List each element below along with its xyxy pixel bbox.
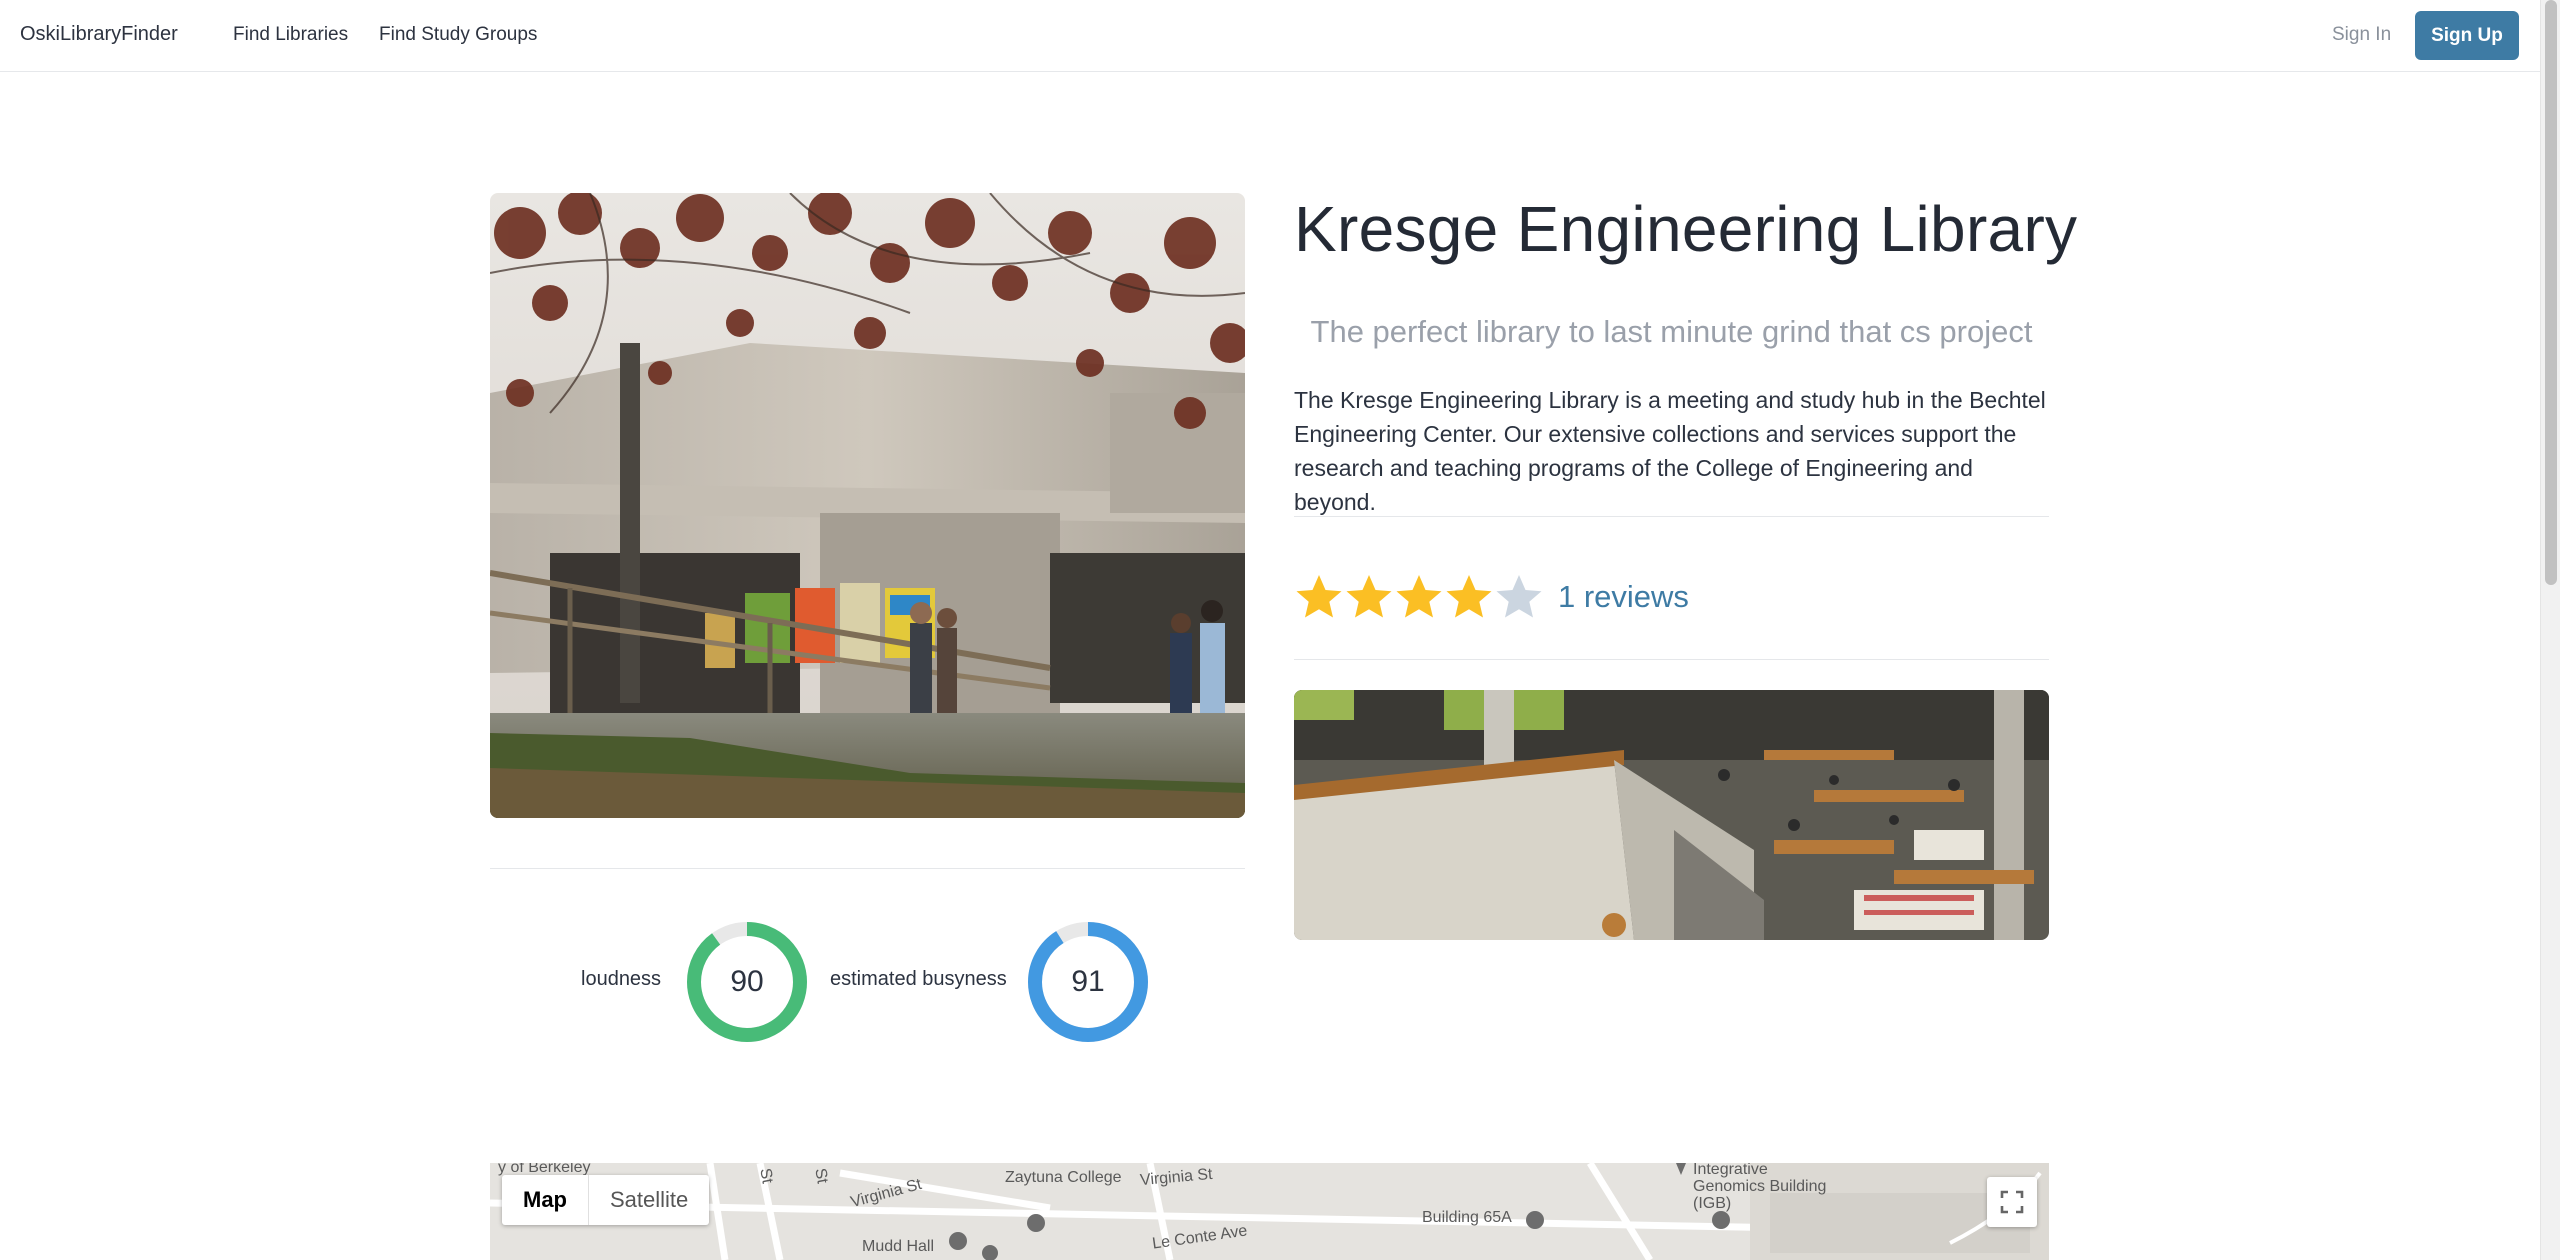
top-navbar: OskiLibraryFinder Find Libraries Find St… <box>0 0 2540 72</box>
fullscreen-button[interactable] <box>1987 1177 2037 1227</box>
map-place-label: Integrative Genomics Building (IGB) <box>1693 1163 1827 1212</box>
star-filled-icon <box>1396 575 1442 618</box>
loudness-gauge: 90 <box>686 921 808 1043</box>
loudness-value: 90 <box>730 965 764 998</box>
star-rating: 1 reviews <box>1294 568 1689 626</box>
star-filled-icon <box>1446 575 1492 618</box>
satellite-mode-button[interactable]: Satellite <box>589 1175 709 1225</box>
google-map[interactable]: y of Berkeley Virginia St Zaytuna Colleg… <box>490 1163 2049 1260</box>
fullscreen-icon <box>2000 1190 2024 1214</box>
map-mode-button[interactable]: Map <box>502 1175 589 1225</box>
library-description: The Kresge Engineering Library is a meet… <box>1294 387 2046 515</box>
brand-logo[interactable]: OskiLibraryFinder <box>20 23 178 46</box>
nav-find-libraries[interactable]: Find Libraries <box>233 24 348 46</box>
busyness-value: 91 <box>1071 965 1105 998</box>
reviews-link[interactable]: 1 reviews <box>1558 579 1689 615</box>
divider <box>1294 659 2049 660</box>
divider <box>490 868 1245 869</box>
library-title: Kresge Engineering Library <box>1294 193 2078 265</box>
library-interior-photo <box>1294 690 2049 940</box>
loudness-label: loudness <box>581 968 662 990</box>
sign-in-link[interactable]: Sign In <box>2332 24 2391 46</box>
star-filled-icon <box>1346 575 1392 618</box>
star-empty-icon <box>1496 575 1542 618</box>
map-street-label: St <box>811 1166 831 1185</box>
sign-up-button[interactable]: Sign Up <box>2415 11 2519 60</box>
busyness-gauge: 91 <box>1027 921 1149 1043</box>
map-street-label: St <box>756 1166 776 1185</box>
divider <box>1294 516 2049 517</box>
star-filled-icon <box>1296 575 1342 618</box>
map-place-label: Mudd Hall <box>862 1238 935 1255</box>
map-place-label: Building 65A <box>1422 1209 1512 1226</box>
page-scrollbar[interactable] <box>2540 0 2560 1260</box>
scrollbar-thumb[interactable] <box>2545 0 2557 585</box>
map-type-toggle: Map Satellite <box>502 1175 710 1225</box>
busyness-label: estimated busyness <box>830 968 1007 990</box>
map-place-label: Zaytuna College <box>1005 1169 1122 1186</box>
library-exterior-photo <box>490 193 1245 818</box>
nav-find-study-groups[interactable]: Find Study Groups <box>379 24 537 46</box>
library-tagline: The perfect library to last minute grind… <box>1310 314 2033 349</box>
